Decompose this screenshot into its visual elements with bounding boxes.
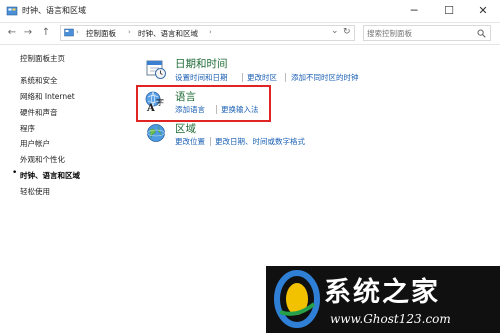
link-divider <box>242 73 243 82</box>
control-panel-icon <box>6 6 18 16</box>
title-bar: 时钟、语言和区域 ─ ☐ ✕ <box>0 0 500 23</box>
breadcrumb-control-panel[interactable]: 控制面板 <box>86 28 116 39</box>
link-divider <box>285 73 286 82</box>
search-box[interactable] <box>363 25 491 41</box>
search-input[interactable] <box>367 27 467 39</box>
search-icon[interactable] <box>477 29 486 38</box>
highlight-box <box>136 85 271 122</box>
sidebar-item-ease-of-access[interactable]: 轻松使用 <box>20 186 50 197</box>
sidebar-item-hardware-sound[interactable]: 硬件和声音 <box>20 107 58 118</box>
close-button[interactable]: ✕ <box>466 0 500 22</box>
dropdown-icon[interactable]: ⌄ <box>331 26 339 36</box>
current-item-bullet: • <box>12 168 18 178</box>
sidebar-item-clock-language-region[interactable]: 时钟、语言和区域 <box>20 170 80 181</box>
link-divider <box>210 137 211 146</box>
breadcrumb-clock-language-region[interactable]: 时钟、语言和区域 <box>138 28 198 39</box>
maximize-button[interactable]: ☐ <box>432 0 466 22</box>
sidebar-item-system-security[interactable]: 系统和安全 <box>20 75 58 86</box>
link-add-clocks[interactable]: 添加不同时区的时钟 <box>291 72 359 83</box>
watermark: 系统之家 www.Ghost123.com <box>266 266 500 333</box>
control-panel-small-icon <box>64 28 74 37</box>
sidebar-item-network-internet[interactable]: 网络和 Internet <box>20 91 75 102</box>
up-arrow-icon[interactable]: ↑ <box>40 26 52 40</box>
back-arrow-icon[interactable]: ← <box>6 26 18 40</box>
link-set-time-date[interactable]: 设置时间和日期 <box>175 72 228 83</box>
link-change-location[interactable]: 更改位置 <box>175 136 205 147</box>
section-title-datetime[interactable]: 日期和时间 <box>175 56 228 71</box>
breadcrumb-separator: › <box>128 28 131 36</box>
sidebar-item-programs[interactable]: 程序 <box>20 123 35 134</box>
link-change-timezone[interactable]: 更改时区 <box>247 72 277 83</box>
forward-arrow-icon[interactable]: → <box>22 26 34 40</box>
globe-region-icon[interactable] <box>145 122 167 144</box>
refresh-icon[interactable]: ↻ <box>343 27 351 37</box>
link-change-formats[interactable]: 更改日期、时间或数字格式 <box>215 136 305 147</box>
section-title-region[interactable]: 区域 <box>175 121 196 136</box>
breadcrumb[interactable]: › 控制面板 › 时钟、语言和区域 › ⌄ ↻ <box>60 25 355 41</box>
watermark-text: 系统之家 <box>324 277 440 308</box>
window-title: 时钟、语言和区域 <box>22 6 86 15</box>
calendar-clock-icon[interactable] <box>145 58 167 80</box>
watermark-logo-icon <box>274 270 320 328</box>
sidebar-item-appearance[interactable]: 外观和个性化 <box>20 154 65 165</box>
sidebar-item-user-accounts[interactable]: 用户帐户 <box>20 138 50 149</box>
breadcrumb-separator: › <box>76 28 79 36</box>
sidebar-item-home[interactable]: 控制面板主页 <box>20 53 65 64</box>
watermark-url: www.Ghost123.com <box>330 312 451 326</box>
address-bar: ← → ↑ › 控制面板 › 时钟、语言和区域 › ⌄ ↻ <box>0 22 500 45</box>
breadcrumb-separator: › <box>209 28 212 36</box>
minimize-button[interactable]: ─ <box>397 0 431 22</box>
